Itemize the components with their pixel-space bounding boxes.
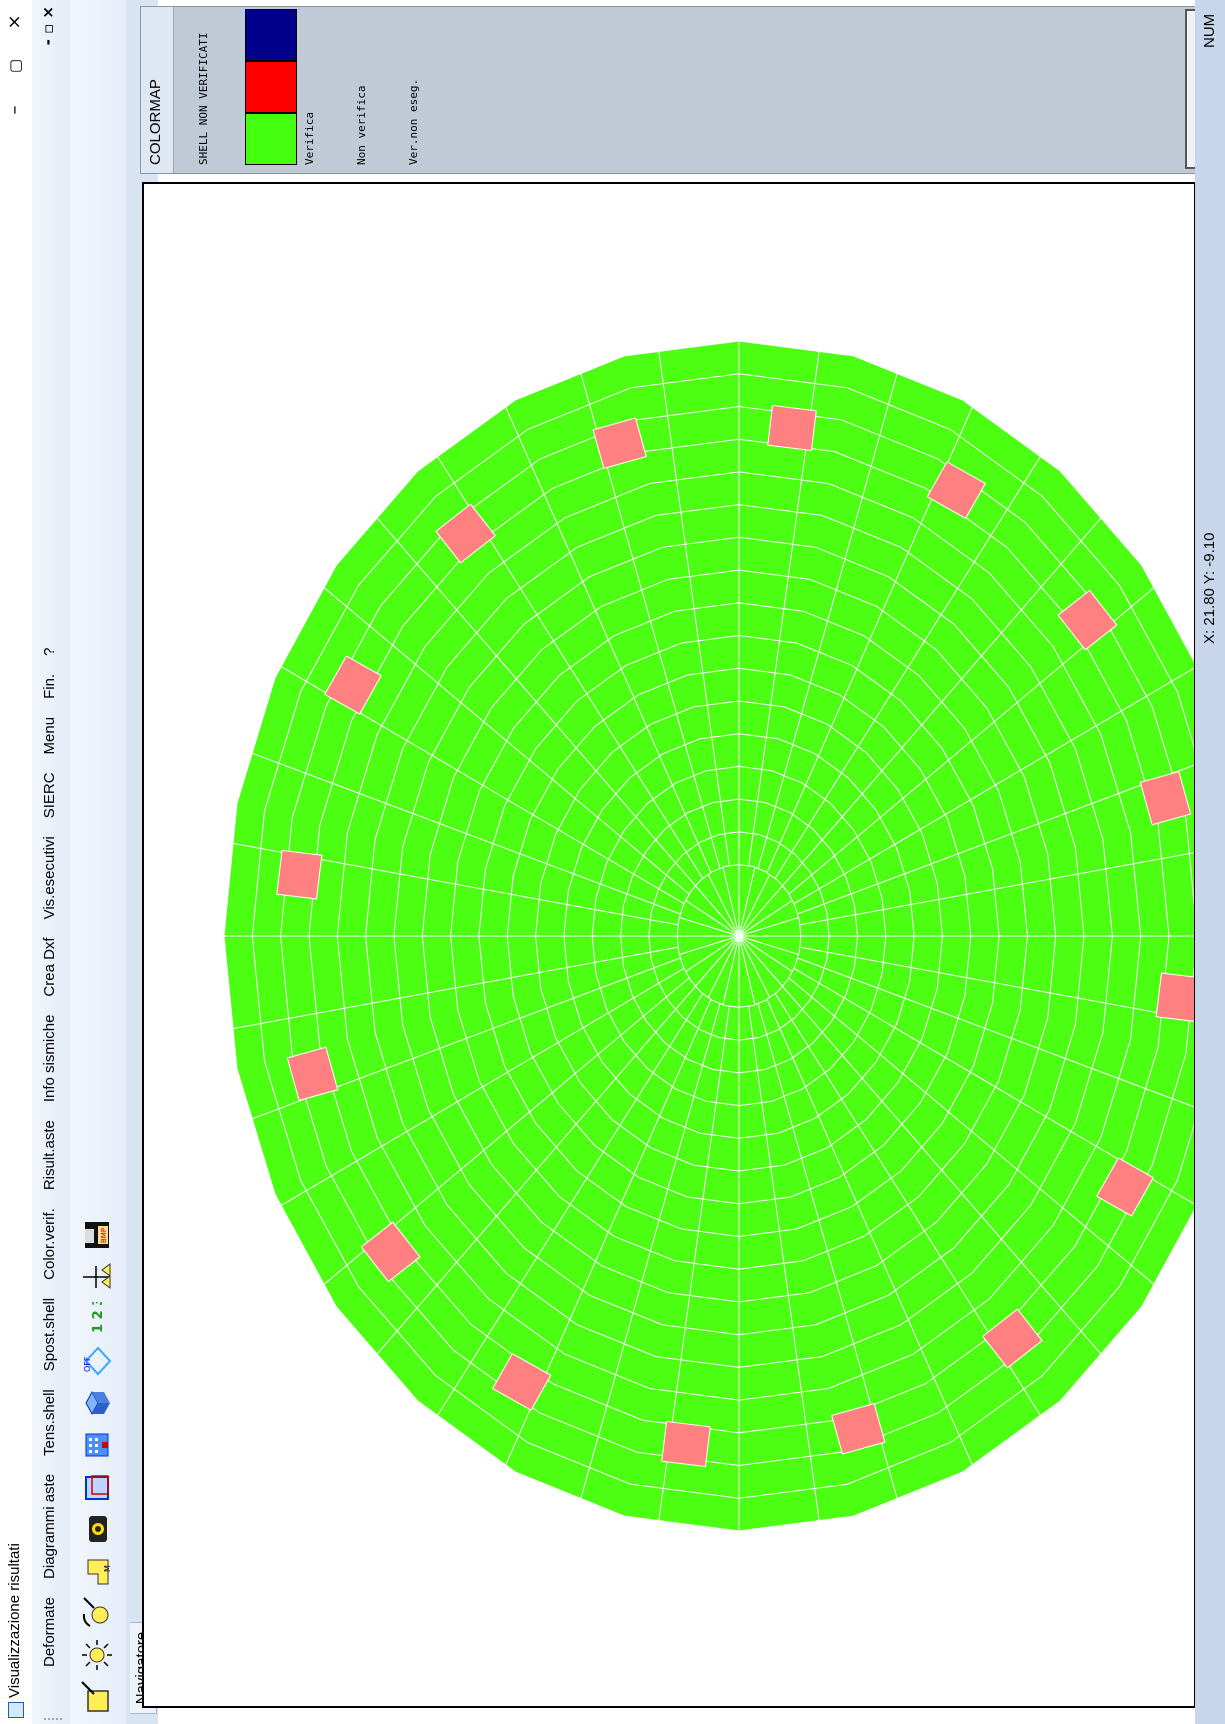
menu-item-spost-shell[interactable]: Spost.shell [41, 1289, 58, 1380]
numbering-icon[interactable]: 1 2 3 [80, 1302, 114, 1336]
rotate-view-icon[interactable] [80, 1596, 114, 1630]
failing-shell-patch[interactable] [1155, 972, 1196, 1023]
legend-swatch-non-verifica [245, 61, 297, 113]
cursor-coordinates: X: 21.80 Y: -9.10 [1201, 532, 1218, 644]
window-title: Visualizzazione risultati [6, 1543, 23, 1698]
menu-items: Deformate Diagrammi aste Tens.shell Spost.s… [41, 639, 58, 1676]
model-view[interactable] [144, 184, 1196, 1706]
menu-item-color-verif[interactable]: Color.verif. [41, 1199, 58, 1289]
loads-icon[interactable] [80, 1260, 114, 1294]
off-label: OFF [83, 1356, 92, 1372]
axes-cube-icon[interactable] [80, 1386, 114, 1420]
failing-shell-patch[interactable] [661, 1420, 711, 1468]
colormap-panel: COLORMAP SHELL NON VERIFICATI Verifica N… [140, 6, 1225, 174]
menu-item-fin[interactable]: Fin. [41, 665, 58, 708]
model-canvas[interactable] [142, 182, 1196, 1708]
colormap-caption: COLORMAP [141, 7, 174, 173]
legend-swatch-ver-non-eseg [245, 9, 297, 61]
legend-label-ver-non-eseg: Ver.non eseg. [407, 78, 420, 165]
numbering-label: 1 2 3 [91, 1302, 106, 1333]
building-outline-icon[interactable] [80, 1470, 114, 1504]
legend-label-verifica: Verifica [303, 112, 316, 165]
failing-shell-patch[interactable] [276, 849, 323, 900]
num-lock-indicator: NUM [1201, 13, 1218, 48]
minimize-button[interactable]: – [0, 88, 32, 132]
save-bmp-icon[interactable]: BMP [80, 1218, 114, 1252]
menu-grip [44, 1714, 62, 1720]
menu-item-info-sismiche[interactable]: Info sismiche [41, 1006, 58, 1112]
legend-label-non-verifica: Non verifica [355, 85, 368, 165]
menu-item-risult-aste[interactable]: Risult.aste [41, 1111, 58, 1199]
camera-icon[interactable] [80, 1512, 114, 1546]
menu-item-diagrammi-aste[interactable]: Diagrammi aste [41, 1465, 58, 1588]
shell-view-icon[interactable] [80, 1680, 114, 1714]
menu-item-deformate[interactable]: Deformate [41, 1588, 58, 1676]
title-bar: Visualizzazione risultati – ▢ × [0, 0, 32, 1724]
restore-button[interactable]: ▢ [0, 44, 32, 88]
menu-item-sierc[interactable]: SIERC [41, 763, 58, 827]
bmp-label: BMP [100, 1228, 108, 1243]
mdi-window-controls[interactable]: - ▫ × [39, 6, 57, 45]
menu-item-crea-dxf[interactable]: Crea Dxf [41, 928, 58, 1005]
menu-item-help[interactable]: ? [41, 639, 58, 665]
light-icon[interactable] [80, 1638, 114, 1672]
app-icon [8, 1702, 24, 1718]
legend-swatch-verifica [245, 113, 297, 165]
application-window: Visualizzazione risultati – ▢ × Deformat… [0, 0, 1225, 1724]
close-button[interactable]: × [0, 0, 32, 44]
menu-item-vis-esecutivi[interactable]: Vis.esecutivi [41, 827, 58, 928]
toolbar: M OFF 1 2 3 BMP [70, 0, 126, 1724]
menu-bar: Deformate Diagrammi aste Tens.shell Spost.s… [32, 0, 70, 1724]
off-toggle-icon[interactable]: OFF [80, 1344, 114, 1378]
menu-item-tens-shell[interactable]: Tens.shell [41, 1380, 58, 1465]
failing-shell-patch[interactable] [767, 404, 817, 452]
colormap-title: SHELL NON VERIFICATI [197, 32, 210, 165]
colormap-caption-text: COLORMAP [147, 79, 164, 165]
svg-text:M: M [103, 1565, 112, 1572]
menu-item-menu[interactable]: Menu [41, 708, 58, 764]
frame-icon[interactable]: M [80, 1554, 114, 1588]
status-bar: X: 21.80 Y: -9.10 NUM [1195, 0, 1225, 1724]
building-icon[interactable] [80, 1428, 114, 1462]
